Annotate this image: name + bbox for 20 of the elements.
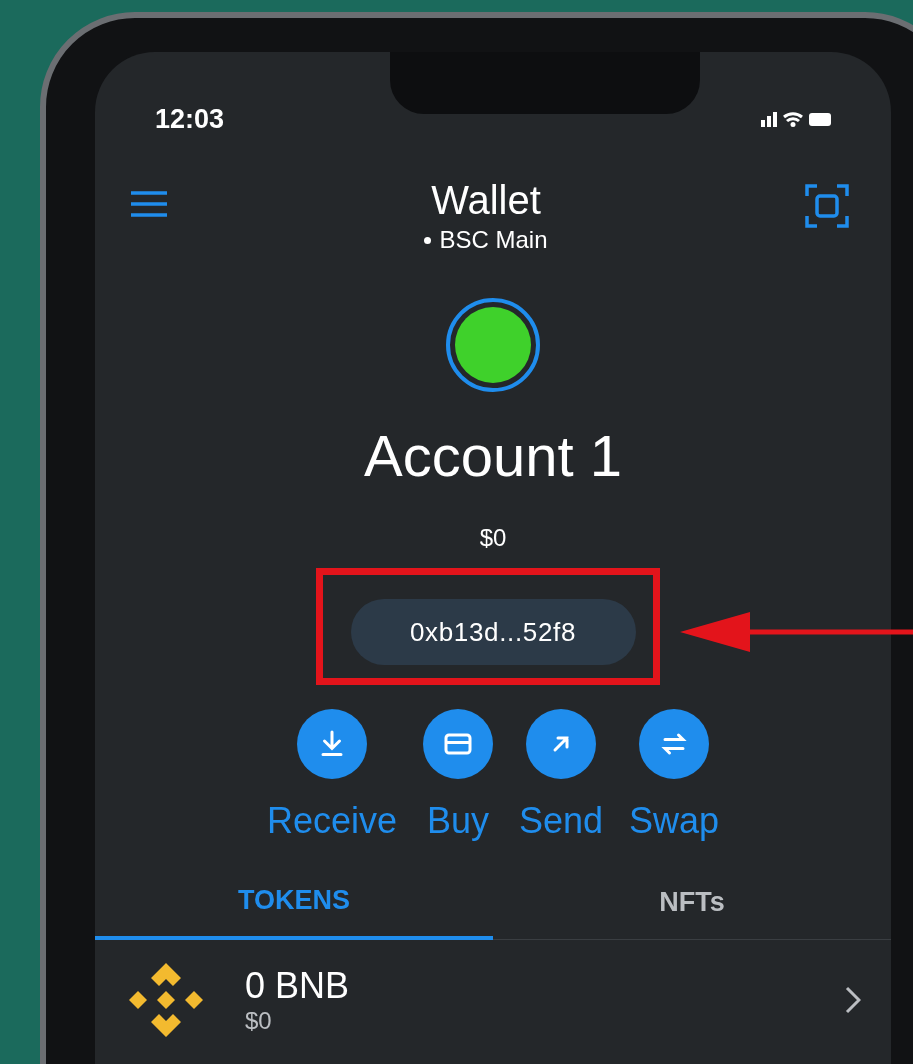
account-name: Account 1 bbox=[364, 422, 622, 490]
address-pill[interactable]: 0xb13d...52f8 bbox=[350, 599, 636, 665]
token-value: $0 bbox=[245, 1007, 273, 1035]
tab[interactable]: TOKENS bbox=[95, 865, 493, 940]
network-name: BSC Main bbox=[439, 225, 548, 255]
action-button[interactable]: Receive bbox=[266, 709, 397, 841]
wifi-icon bbox=[783, 111, 803, 127]
menu-icon[interactable] bbox=[129, 190, 169, 218]
tab[interactable]: NFTs bbox=[493, 865, 891, 940]
token-row[interactable]: 0 BNB $0 bbox=[95, 940, 891, 1060]
action-button[interactable]: Swap bbox=[629, 709, 720, 841]
scan-icon[interactable] bbox=[803, 182, 851, 230]
chevron-right-icon bbox=[845, 986, 861, 1014]
signal-icon bbox=[761, 111, 777, 127]
account-balance: $0 bbox=[479, 523, 507, 553]
action-button[interactable]: Send bbox=[518, 709, 604, 841]
header-title: Wallet bbox=[431, 177, 541, 224]
token-amount: 0 BNB bbox=[245, 965, 351, 1007]
status-time: 12:03 bbox=[155, 102, 225, 136]
network-dot-icon bbox=[424, 236, 432, 244]
